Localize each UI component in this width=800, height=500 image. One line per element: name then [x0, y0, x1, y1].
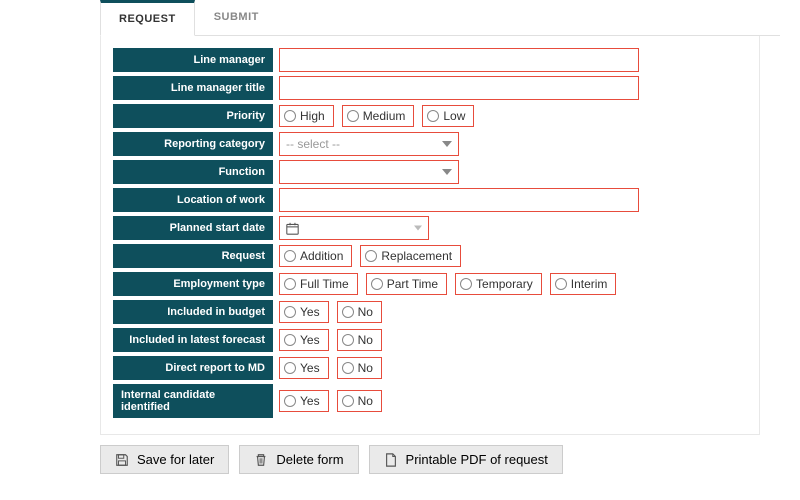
planned-start-date-input[interactable] [279, 216, 429, 240]
chevron-down-icon [414, 226, 422, 231]
priority-low-radio[interactable]: Low [422, 105, 474, 127]
forecast-no-radio[interactable]: No [337, 329, 382, 351]
function-select[interactable] [279, 160, 459, 184]
label-request: Request [113, 244, 273, 268]
chevron-down-icon [442, 169, 452, 175]
radio-label: Interim [571, 277, 608, 291]
delete-form-button[interactable]: Delete form [239, 445, 358, 474]
line-manager-input[interactable] [279, 48, 639, 72]
label-location-of-work: Location of work [113, 188, 273, 212]
action-bar: Save for later Delete form Printable PDF… [100, 445, 780, 474]
employment-fulltime-radio[interactable]: Full Time [279, 273, 358, 295]
button-label: Save for later [137, 452, 214, 467]
tab-submit[interactable]: SUBMIT [195, 0, 278, 35]
radio-label: No [358, 305, 373, 319]
radio-label: Low [443, 109, 465, 123]
button-label: Delete form [276, 452, 343, 467]
request-replacement-radio[interactable]: Replacement [360, 245, 461, 267]
chevron-down-icon [442, 141, 452, 147]
calendar-icon [286, 222, 299, 235]
employment-interim-radio[interactable]: Interim [550, 273, 617, 295]
label-line-manager-title: Line manager title [113, 76, 273, 100]
save-for-later-button[interactable]: Save for later [100, 445, 229, 474]
label-reporting-category: Reporting category [113, 132, 273, 156]
label-line-manager: Line manager [113, 48, 273, 72]
forecast-yes-radio[interactable]: Yes [279, 329, 329, 351]
radio-label: No [358, 333, 373, 347]
radio-label: Replacement [381, 249, 452, 263]
line-manager-title-input[interactable] [279, 76, 639, 100]
md-no-radio[interactable]: No [337, 357, 382, 379]
budget-yes-radio[interactable]: Yes [279, 301, 329, 323]
employment-parttime-radio[interactable]: Part Time [366, 273, 447, 295]
employment-temporary-radio[interactable]: Temporary [455, 273, 542, 295]
trash-icon [254, 453, 268, 467]
label-employment-type: Employment type [113, 272, 273, 296]
button-label: Printable PDF of request [406, 452, 548, 467]
select-placeholder: -- select -- [286, 137, 340, 151]
location-of-work-input[interactable] [279, 188, 639, 212]
radio-label: Yes [300, 361, 320, 375]
label-planned-start-date: Planned start date [113, 216, 273, 240]
radio-label: Part Time [387, 277, 438, 291]
radio-label: Medium [363, 109, 406, 123]
label-function: Function [113, 160, 273, 184]
tab-request[interactable]: REQUEST [100, 0, 195, 36]
radio-label: Temporary [476, 277, 533, 291]
request-addition-radio[interactable]: Addition [279, 245, 352, 267]
internal-no-radio[interactable]: No [337, 390, 382, 412]
label-direct-report-to-md: Direct report to MD [113, 356, 273, 380]
label-included-in-budget: Included in budget [113, 300, 273, 324]
radio-label: High [300, 109, 325, 123]
form-panel: Line manager Line manager title Priority… [100, 36, 760, 435]
radio-label: Yes [300, 333, 320, 347]
label-included-in-latest-forecast: Included in latest forecast [113, 328, 273, 352]
md-yes-radio[interactable]: Yes [279, 357, 329, 379]
radio-label: Yes [300, 394, 320, 408]
tabs: REQUEST SUBMIT [100, 0, 780, 36]
save-icon [115, 453, 129, 467]
radio-label: Full Time [300, 277, 349, 291]
radio-label: Addition [300, 249, 343, 263]
radio-label: No [358, 361, 373, 375]
pdf-icon [384, 453, 398, 467]
printable-pdf-button[interactable]: Printable PDF of request [369, 445, 563, 474]
priority-medium-radio[interactable]: Medium [342, 105, 415, 127]
radio-label: No [358, 394, 373, 408]
label-internal-candidate-identified: Internal candidate identified [113, 384, 273, 418]
radio-label: Yes [300, 305, 320, 319]
reporting-category-select[interactable]: -- select -- [279, 132, 459, 156]
internal-yes-radio[interactable]: Yes [279, 390, 329, 412]
label-priority: Priority [113, 104, 273, 128]
priority-high-radio[interactable]: High [279, 105, 334, 127]
budget-no-radio[interactable]: No [337, 301, 382, 323]
